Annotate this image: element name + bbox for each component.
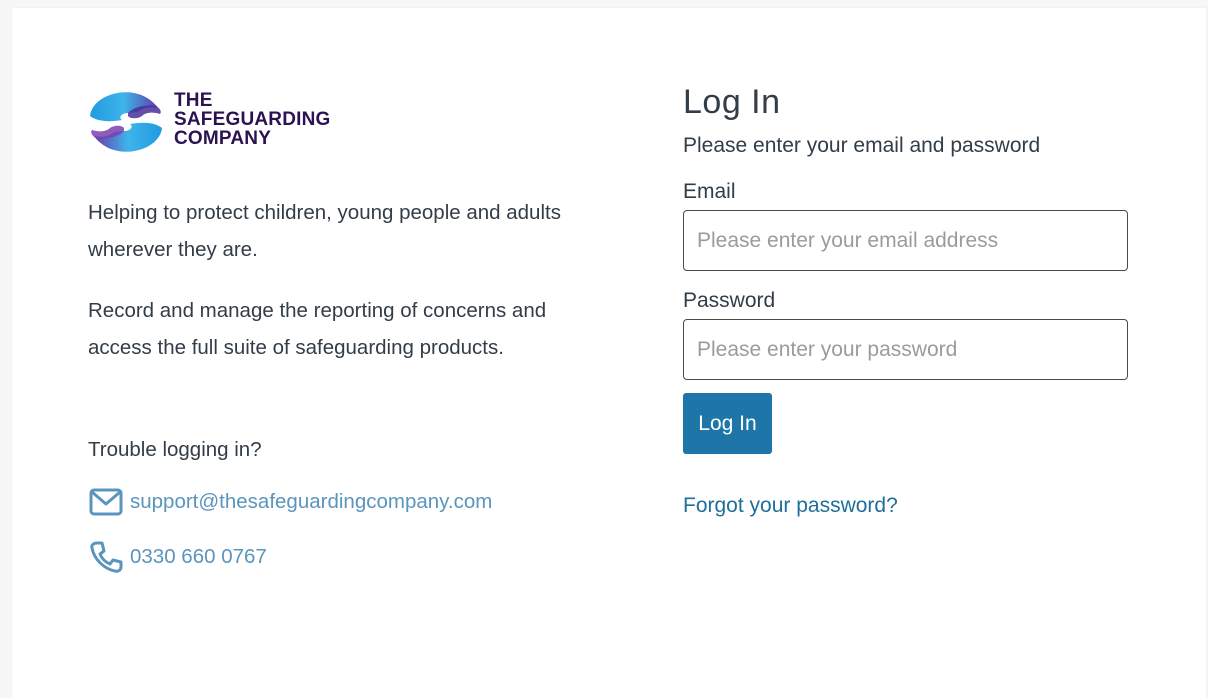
email-label: Email [683,180,736,203]
login-title: Log In [683,83,781,121]
password-label: Password [683,289,776,312]
intro-text: Helping to protect children, young peopl… [88,194,588,390]
login-card: THE SAFEGUARDING COMPANY Helping to prot… [12,8,1206,698]
login-form: Log In Please enter your email and passw… [683,80,1129,518]
logo-line-3: COMPANY [174,128,272,149]
logo-line-1: THE [174,90,213,111]
company-logo: THE SAFEGUARDING COMPANY [88,86,378,158]
forgot-password-link[interactable]: Forgot your password? [683,494,898,518]
logo-wordmark: THE SAFEGUARDING COMPANY [174,91,331,148]
support-email-link[interactable]: support@thesafeguardingcompany.com [88,485,492,519]
intro-paragraph-1: Helping to protect children, young peopl… [88,201,561,261]
mail-icon [88,485,124,519]
support-phone-link[interactable]: 0330 660 0767 [88,540,267,574]
email-field[interactable] [683,210,1128,271]
login-button[interactable]: Log In [683,393,772,454]
login-subtitle: Please enter your email and password [683,134,1041,157]
phone-icon [88,540,124,574]
hands-logo-icon [90,92,162,152]
support-phone-text: 0330 660 0767 [130,545,267,568]
password-field[interactable] [683,319,1128,380]
logo-line-2: SAFEGUARDING [174,109,331,130]
trouble-heading: Trouble logging in? [88,438,262,461]
intro-paragraph-2: Record and manage the reporting of conce… [88,299,547,359]
support-email-text: support@thesafeguardingcompany.com [130,490,493,513]
